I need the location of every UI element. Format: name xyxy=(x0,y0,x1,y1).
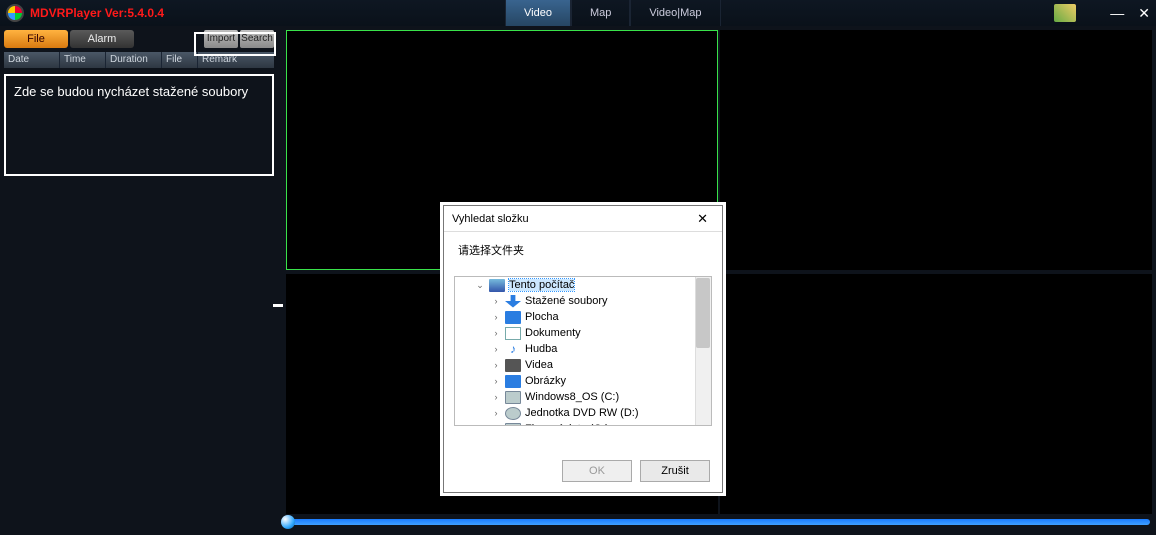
videos-icon xyxy=(505,359,521,372)
tree-root[interactable]: Tento počítač xyxy=(509,279,574,291)
pictures-icon xyxy=(505,375,521,388)
folder-browse-dialog: Vyhledat složku ✕ 请选择文件夹 ⌄ Tento počítač… xyxy=(443,205,723,493)
progress-track[interactable] xyxy=(286,519,1150,525)
minimize-button[interactable]: — xyxy=(1110,6,1124,20)
video-pane-4[interactable] xyxy=(720,274,1152,514)
expand-icon[interactable]: › xyxy=(491,408,501,418)
close-button[interactable]: ✕ xyxy=(1138,6,1150,20)
tree-item[interactable]: Plocha xyxy=(525,311,559,323)
import-button[interactable]: Import xyxy=(204,30,238,48)
music-icon: ♪ xyxy=(505,343,521,356)
dialog-ok-button[interactable]: OK xyxy=(562,460,632,482)
tab-video[interactable]: Video xyxy=(505,0,571,26)
tree-item[interactable]: Hudba xyxy=(525,343,557,355)
col-duration[interactable]: Duration xyxy=(106,52,162,68)
downloads-icon xyxy=(505,295,521,308)
tree-item[interactable]: Dokumenty xyxy=(525,327,581,339)
expand-icon[interactable]: › xyxy=(491,360,501,370)
expand-icon[interactable]: ⌄ xyxy=(475,280,485,291)
sidetab-file[interactable]: File xyxy=(4,30,68,48)
expand-icon[interactable]: › xyxy=(491,312,501,322)
desktop-icon xyxy=(505,311,521,324)
dialog-close-button[interactable]: ✕ xyxy=(691,209,714,229)
app-title: MDVRPlayer Ver:5.4.0.4 xyxy=(30,6,164,20)
expand-icon[interactable]: › xyxy=(491,392,501,402)
tab-videomap[interactable]: Video|Map xyxy=(630,0,720,26)
dialog-title: Vyhledat složku xyxy=(452,213,529,225)
expand-icon[interactable]: › xyxy=(491,376,501,386)
tree-item[interactable]: Obrázky xyxy=(525,375,566,387)
expand-icon[interactable]: › xyxy=(491,424,501,426)
file-list-header: Date Time Duration File Remark xyxy=(4,52,274,68)
split-handle[interactable] xyxy=(273,304,283,307)
tree-item[interactable]: Stažené soubory xyxy=(525,295,608,307)
side-panel: File Alarm Import Search Date Time Durat… xyxy=(4,30,274,176)
search-button[interactable]: Search xyxy=(240,30,274,48)
col-remark[interactable]: Remark xyxy=(198,52,274,68)
file-list-note: Zde se budou nycházet stažené soubory xyxy=(4,74,274,176)
tree-item[interactable]: Firemní data (O:) xyxy=(525,423,609,426)
expand-icon[interactable]: › xyxy=(491,344,501,354)
col-time[interactable]: Time xyxy=(60,52,106,68)
progress-knob[interactable] xyxy=(281,515,295,529)
tree-item[interactable]: Windows8_OS (C:) xyxy=(525,391,619,403)
dialog-message: 请选择文件夹 xyxy=(444,232,722,264)
map-icon[interactable] xyxy=(1054,4,1076,22)
col-date[interactable]: Date xyxy=(4,52,60,68)
documents-icon xyxy=(505,327,521,340)
tree-item[interactable]: Jednotka DVD RW (D:) xyxy=(525,407,639,419)
scrollbar-thumb[interactable] xyxy=(696,278,710,348)
drive-icon xyxy=(505,423,521,427)
col-file[interactable]: File xyxy=(162,52,198,68)
sidetab-alarm[interactable]: Alarm xyxy=(70,30,134,48)
tree-scrollbar[interactable] xyxy=(695,277,711,425)
title-bar: MDVRPlayer Ver:5.4.0.4 Video Map Video|M… xyxy=(0,0,1156,26)
expand-icon[interactable]: › xyxy=(491,328,501,338)
video-pane-2[interactable] xyxy=(720,30,1152,270)
playback-progress[interactable] xyxy=(286,515,1150,529)
view-tabs: Video Map Video|Map xyxy=(505,0,721,26)
dvd-drive-icon xyxy=(505,407,521,420)
tab-map[interactable]: Map xyxy=(571,0,630,26)
tree-item[interactable]: Videa xyxy=(525,359,553,371)
computer-icon xyxy=(489,279,505,292)
folder-tree[interactable]: ⌄ Tento počítač › Stažené soubory › Plocha… xyxy=(454,276,712,426)
expand-icon[interactable]: › xyxy=(491,296,501,306)
drive-icon xyxy=(505,391,521,404)
dialog-cancel-button[interactable]: Zrušit xyxy=(640,460,710,482)
app-logo-icon xyxy=(6,4,24,22)
